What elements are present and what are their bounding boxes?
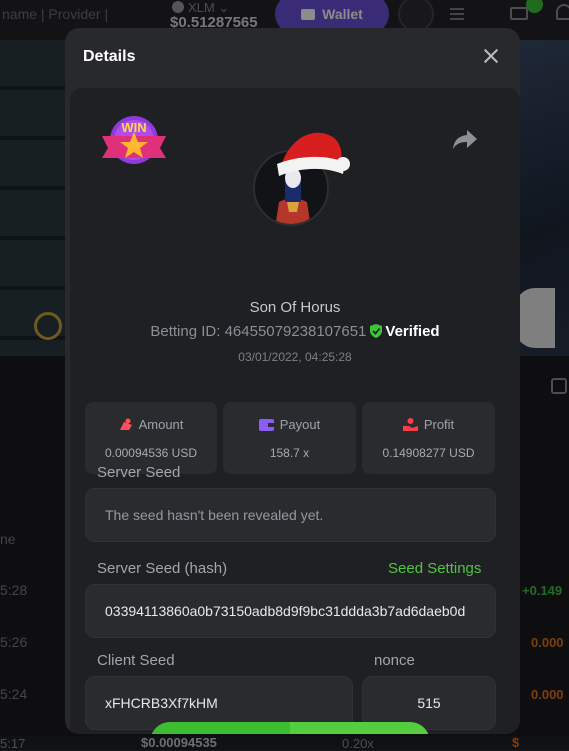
win-badge-icon: WIN [98, 112, 170, 170]
nonce-label: nonce [374, 652, 415, 669]
hand-money-icon [403, 418, 418, 431]
win-badge-text: WIN [121, 120, 146, 135]
betting-id-row: Betting ID: 464550792381076​51 Verified [70, 323, 520, 340]
santa-hat-icon [275, 122, 351, 178]
wallet-icon [259, 419, 274, 431]
betting-id: Betting ID: 464550792381076​51 [150, 323, 366, 340]
stat-label: Payout [280, 417, 320, 432]
stat-payout: Payout 158.7 x [223, 402, 356, 474]
stat-label: Amount [139, 417, 184, 432]
bet-timestamp: 03/01/2022, 04:25:28 [70, 350, 520, 364]
server-seed-hash-label: Server Seed (hash) [97, 560, 227, 577]
server-seed-hash-field[interactable]: 03394113860a0b73150adb8d9f9bc31ddda3b7ad… [85, 584, 496, 638]
close-icon[interactable] [481, 46, 501, 66]
seed-settings-link[interactable]: Seed Settings [388, 560, 481, 577]
coins-icon [119, 418, 133, 431]
game-name: Son Of Horus [70, 299, 520, 316]
server-seed-label: Server Seed [97, 464, 180, 481]
stat-label: Profit [424, 417, 454, 432]
verified-shield-icon [370, 324, 382, 338]
share-icon[interactable] [452, 128, 478, 150]
stat-profit: Profit 0.14908277 USD [362, 402, 495, 474]
stat-value: 158.7 x [223, 446, 356, 460]
details-modal: Details WIN [65, 28, 520, 734]
action-button[interactable] [150, 722, 430, 734]
bet-details-card: WIN Son Of Horus Betting ID: 46455079238… [70, 88, 520, 734]
stat-value: 0.14908277 USD [362, 446, 495, 460]
modal-title: Details [83, 48, 135, 66]
server-seed-field[interactable]: The seed hasn't been revealed yet. [85, 488, 496, 542]
stat-value: 0.00094536 USD [85, 446, 217, 460]
client-seed-label: Client Seed [97, 652, 175, 669]
verified-label: Verified [385, 323, 439, 340]
